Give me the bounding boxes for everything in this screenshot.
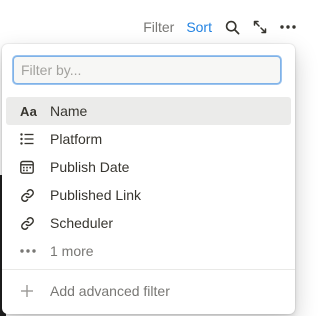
text-type-icon: Aa [20,103,38,119]
search-icon[interactable] [218,14,246,40]
add-advanced-filter-label: Add advanced filter [50,283,170,299]
filter-search-input[interactable] [13,56,281,84]
property-label: Published Link [50,187,142,203]
property-list: Aa Name Platform Publish Date Published … [6,97,291,265]
property-item-publish-date[interactable]: Publish Date [6,153,291,181]
link-icon [20,185,40,205]
filter-search-wrap [13,56,281,84]
list-icon [20,129,40,149]
link-icon [20,213,40,233]
calendar-icon [20,157,40,177]
property-item-scheduler[interactable]: Scheduler [6,209,291,237]
more-icon[interactable] [274,14,302,40]
property-item-name[interactable]: Aa Name [6,97,291,125]
property-label: Platform [50,131,103,147]
property-item-published-link[interactable]: Published Link [6,181,291,209]
property-label: Scheduler [50,215,114,231]
add-advanced-filter-button[interactable]: Add advanced filter [6,277,291,305]
filter-popup: Aa Name Platform Publish Date Published … [2,44,295,314]
more-label: 1 more [50,243,94,259]
more-icon [20,241,40,261]
divider [2,269,295,270]
property-label: Publish Date [50,159,130,175]
show-more-properties[interactable]: 1 more [6,237,291,265]
filter-button[interactable]: Filter [137,14,180,40]
sort-button[interactable]: Sort [180,14,218,40]
plus-icon [20,284,40,298]
expand-icon[interactable] [246,14,274,40]
property-item-platform[interactable]: Platform [6,125,291,153]
property-label: Name [50,103,88,119]
database-toolbar: Filter Sort [137,14,302,40]
